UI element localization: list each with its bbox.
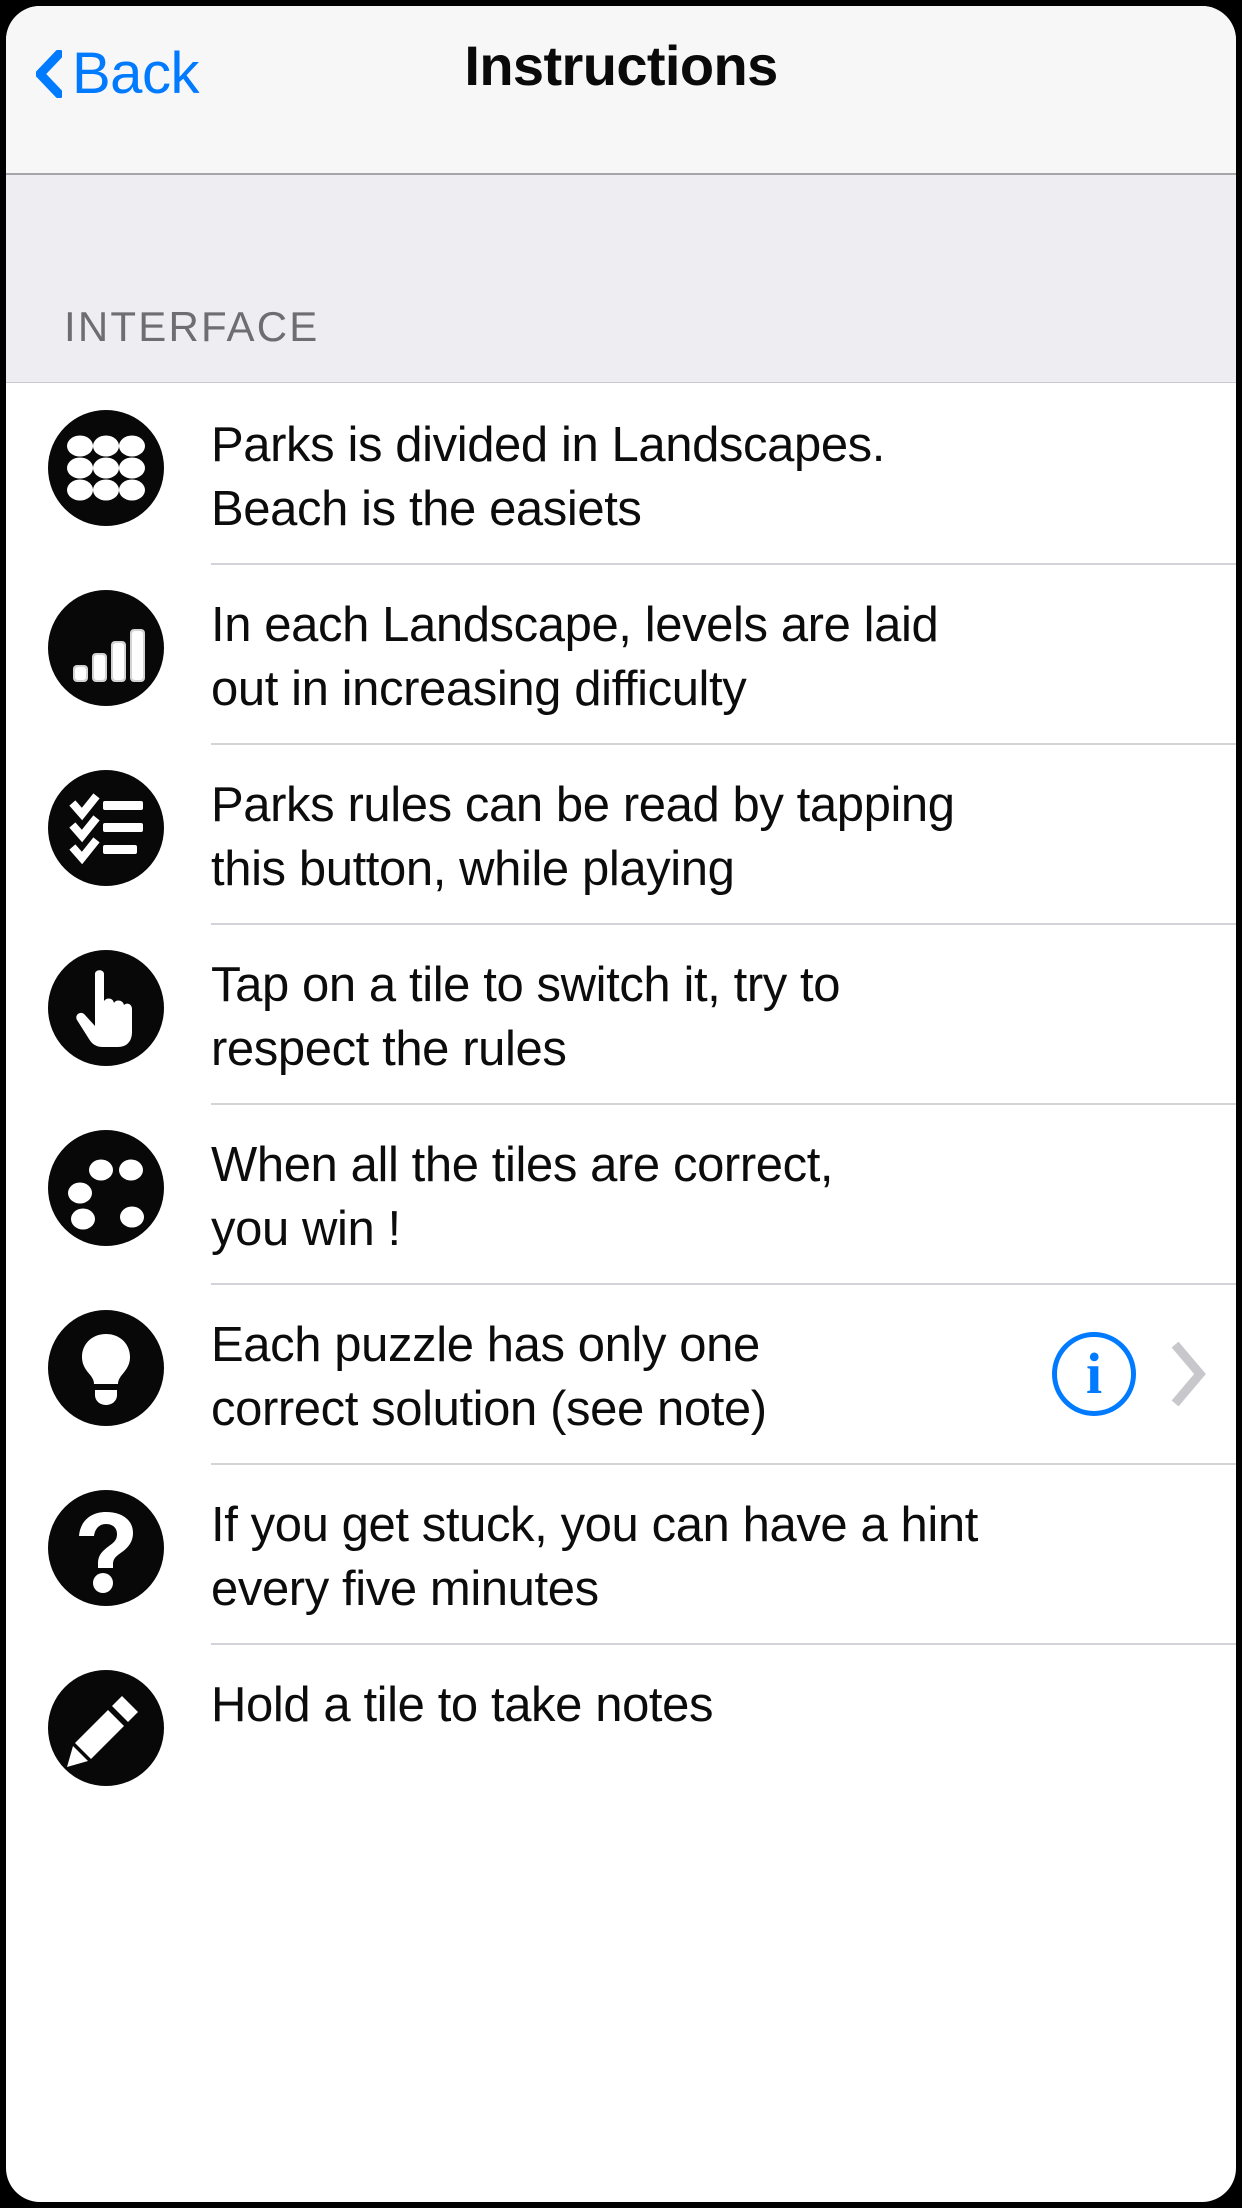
pencil-icon — [48, 1670, 164, 1786]
list-item-line-1: In each Landscape, levels are laid — [211, 598, 939, 652]
list-item-line-1: Parks is divided in Landscapes. — [211, 418, 885, 472]
page-title: Instructions — [464, 34, 778, 97]
info-button[interactable]: i — [1052, 1332, 1136, 1416]
list-item-text: Parks is divided in Landscapes. Beach is… — [211, 407, 1212, 541]
section-title-interface: INTERFACE — [64, 303, 320, 350]
question-mark-icon — [48, 1490, 164, 1606]
instructions-list: Parks is divided in Landscapes. Beach is… — [6, 383, 1236, 1813]
list-item-body: Parks is divided in Landscapes. Beach is… — [211, 383, 1236, 563]
list-item-body: In each Landscape, levels are laid out i… — [211, 563, 1236, 743]
list-item-body: When all the tiles are correct, you win … — [211, 1103, 1236, 1283]
lightbulb-icon — [48, 1310, 164, 1426]
list-item-line-2: out in increasing difficulty — [211, 662, 747, 716]
grid-dots-icon — [48, 410, 164, 526]
section-header: INTERFACE — [6, 175, 1236, 383]
device-frame: Back Instructions INTERFACE Parks is div… — [0, 0, 1242, 2208]
list-item-text: Tap on a tile to switch it, try to respe… — [211, 947, 1212, 1081]
list-item-body: Tap on a tile to switch it, try to respe… — [211, 923, 1236, 1103]
list-item-accessory: i — [1040, 1332, 1212, 1416]
list-item-text: In each Landscape, levels are laid out i… — [211, 587, 1212, 721]
list-item[interactable]: Tap on a tile to switch it, try to respe… — [6, 923, 1236, 1103]
signal-bars-icon — [48, 590, 164, 706]
app-screen: Back Instructions INTERFACE Parks is div… — [6, 6, 1236, 2202]
chevron-right-icon[interactable] — [1166, 1339, 1212, 1409]
list-item[interactable]: Parks is divided in Landscapes. Beach is… — [6, 383, 1236, 563]
list-item-line-2: every five minutes — [211, 1562, 599, 1616]
list-item[interactable]: If you get stuck, you can have a hint ev… — [6, 1463, 1236, 1643]
list-item-line-1: Parks rules can be read by tapping — [211, 778, 955, 832]
list-item-text: Hold a tile to take notes — [211, 1667, 1212, 1737]
list-item-text: If you get stuck, you can have a hint ev… — [211, 1487, 1212, 1621]
list-item-text: Parks rules can be read by tapping this … — [211, 767, 1212, 901]
list-item-line-1: When all the tiles are correct, — [211, 1138, 834, 1192]
list-item-line-1: If you get stuck, you can have a hint — [211, 1498, 978, 1552]
list-item-line-2: correct solution (see note) — [211, 1382, 767, 1436]
list-item-body: Parks rules can be read by tapping this … — [211, 743, 1236, 923]
list-item-line-1: Hold a tile to take notes — [211, 1678, 714, 1732]
list-item[interactable]: Hold a tile to take notes — [6, 1643, 1236, 1813]
list-item-line-1: Tap on a tile to switch it, try to — [211, 958, 841, 1012]
checklist-icon — [48, 770, 164, 886]
list-item[interactable]: Each puzzle has only one correct solutio… — [6, 1283, 1236, 1463]
list-item[interactable]: In each Landscape, levels are laid out i… — [6, 563, 1236, 743]
list-item[interactable]: When all the tiles are correct, you win … — [6, 1103, 1236, 1283]
dice-dots-icon — [48, 1130, 164, 1246]
list-item-line-2: this button, while playing — [211, 842, 735, 896]
list-item[interactable]: Parks rules can be read by tapping this … — [6, 743, 1236, 923]
list-item-body: Each puzzle has only one correct solutio… — [211, 1283, 1236, 1463]
pointing-hand-icon — [48, 950, 164, 1066]
list-item-line-2: you win ! — [211, 1202, 401, 1256]
list-item-line-2: Beach is the easiets — [211, 482, 642, 536]
list-item-text: Each puzzle has only one correct solutio… — [211, 1307, 1040, 1441]
list-item-body: If you get stuck, you can have a hint ev… — [211, 1463, 1236, 1643]
list-item-body: Hold a tile to take notes — [211, 1643, 1236, 1789]
list-item-line-2: respect the rules — [211, 1022, 567, 1076]
list-item-line-1: Each puzzle has only one — [211, 1318, 760, 1372]
list-item-text: When all the tiles are correct, you win … — [211, 1127, 1212, 1261]
navigation-bar: Back Instructions — [6, 6, 1236, 175]
